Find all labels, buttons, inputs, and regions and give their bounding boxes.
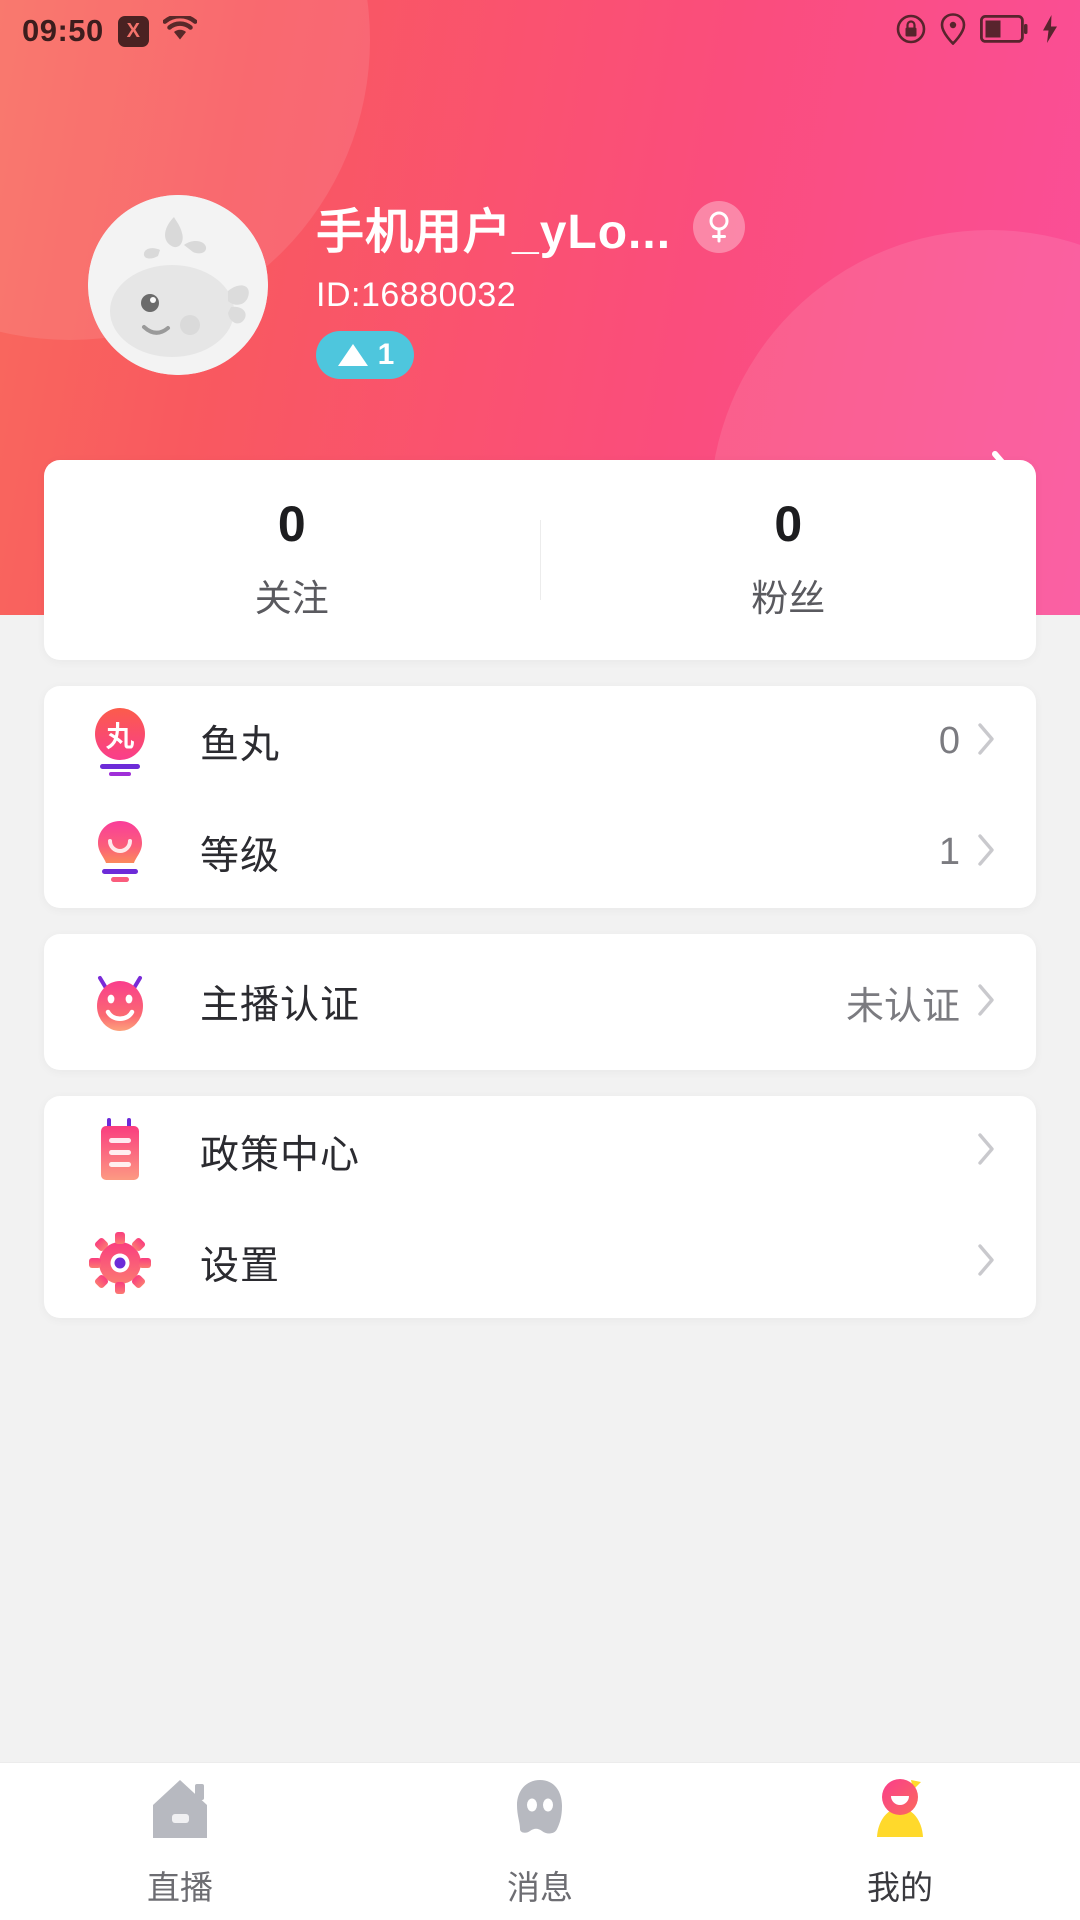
nav-label-live: 直播 [147, 1869, 213, 1906]
devil-face-icon [84, 966, 156, 1038]
menu-group-misc: 政策中心 设置 [44, 1096, 1036, 1318]
level-badge[interactable]: 1 [316, 330, 414, 379]
following-count: 0 [277, 495, 306, 552]
menu-group-certification: 主播认证 未认证 [44, 934, 1036, 1070]
nav-item-messages[interactable]: 消息 [360, 1774, 720, 1909]
profile-block[interactable]: 手机用户_yLo... ID:16880032 1 [0, 170, 1080, 503]
x-badge-icon: X [117, 15, 149, 47]
fans-label: 粉丝 [751, 578, 826, 620]
phone-screen: 09:50 X 手机用户_yLo... ID:16880032 1 0 关注 0… [0, 0, 1080, 1920]
stat-following[interactable]: 0 关注 [44, 498, 540, 623]
notepad-icon [84, 1116, 156, 1188]
chevron-right-icon [976, 1131, 996, 1172]
following-label: 关注 [254, 578, 329, 620]
menu-row-policy-center[interactable]: 政策中心 [44, 1096, 1036, 1207]
menu-row-fishball[interactable]: 丸 鱼丸 0 [44, 686, 1036, 797]
status-bar: 09:50 X [0, 0, 1080, 62]
bottom-navigation-bar: 直播 消息 我的 [0, 1762, 1080, 1920]
menu-row-settings[interactable]: 设置 [44, 1207, 1036, 1318]
gear-icon [84, 1227, 156, 1299]
female-gender-icon [693, 200, 746, 253]
chevron-right-icon [976, 832, 996, 873]
lightbulb-icon [84, 817, 156, 889]
menu-row-anchor-certification[interactable]: 主播认证 未认证 [44, 934, 1036, 1070]
menu-label-settings: 设置 [200, 1244, 281, 1288]
nav-label-mine: 我的 [867, 1869, 933, 1906]
chevron-right-icon [976, 982, 996, 1023]
menu-label-anchor-certification: 主播认证 [200, 984, 361, 1027]
status-time: 09:50 [22, 13, 104, 48]
level-value: 1 [377, 337, 395, 371]
avatar[interactable] [88, 195, 268, 375]
level-triangle-icon [337, 343, 368, 366]
battery-icon [979, 14, 1028, 48]
charging-bolt-icon [1042, 14, 1058, 48]
lock-icon [896, 14, 926, 49]
menu-label-policy-center: 政策中心 [200, 1133, 361, 1177]
stats-card: 0 关注 0 粉丝 [44, 460, 1036, 660]
nav-label-messages: 消息 [507, 1869, 573, 1906]
menu-value-fishball: 0 [938, 720, 960, 762]
stat-fans[interactable]: 0 粉丝 [541, 498, 1037, 623]
menu-label-level: 等级 [200, 834, 281, 878]
location-icon [940, 12, 966, 50]
menu-label-fishball: 鱼丸 [200, 723, 281, 767]
house-icon [143, 1774, 217, 1849]
status-bar-left: 09:50 X [22, 13, 198, 49]
wifi-icon [162, 13, 198, 47]
person-icon [863, 1774, 937, 1849]
nav-item-mine[interactable]: 我的 [720, 1774, 1080, 1909]
profile-chevron-right-icon[interactable] [988, 448, 1022, 511]
user-id: ID:16880032 [316, 275, 517, 314]
menu-group-assets: 丸 鱼丸 0 等级 1 [44, 686, 1036, 908]
menu-value-level: 1 [938, 831, 960, 873]
menu-row-level[interactable]: 等级 1 [44, 797, 1036, 908]
username: 手机用户_yLo... [316, 205, 672, 259]
profile-info: 手机用户_yLo... ID:16880032 1 [316, 192, 746, 379]
chevron-right-icon [976, 1242, 996, 1283]
chevron-right-icon [976, 721, 996, 762]
fishball-icon: 丸 [84, 706, 156, 778]
svg-text:丸: 丸 [105, 720, 134, 753]
username-row: 手机用户_yLo... [316, 192, 746, 262]
status-bar-right [896, 12, 1058, 50]
fans-count: 0 [774, 495, 803, 552]
menu-value-anchor-certification: 未认证 [845, 985, 960, 1028]
ghost-message-icon [503, 1774, 577, 1849]
nav-item-live[interactable]: 直播 [0, 1774, 360, 1909]
